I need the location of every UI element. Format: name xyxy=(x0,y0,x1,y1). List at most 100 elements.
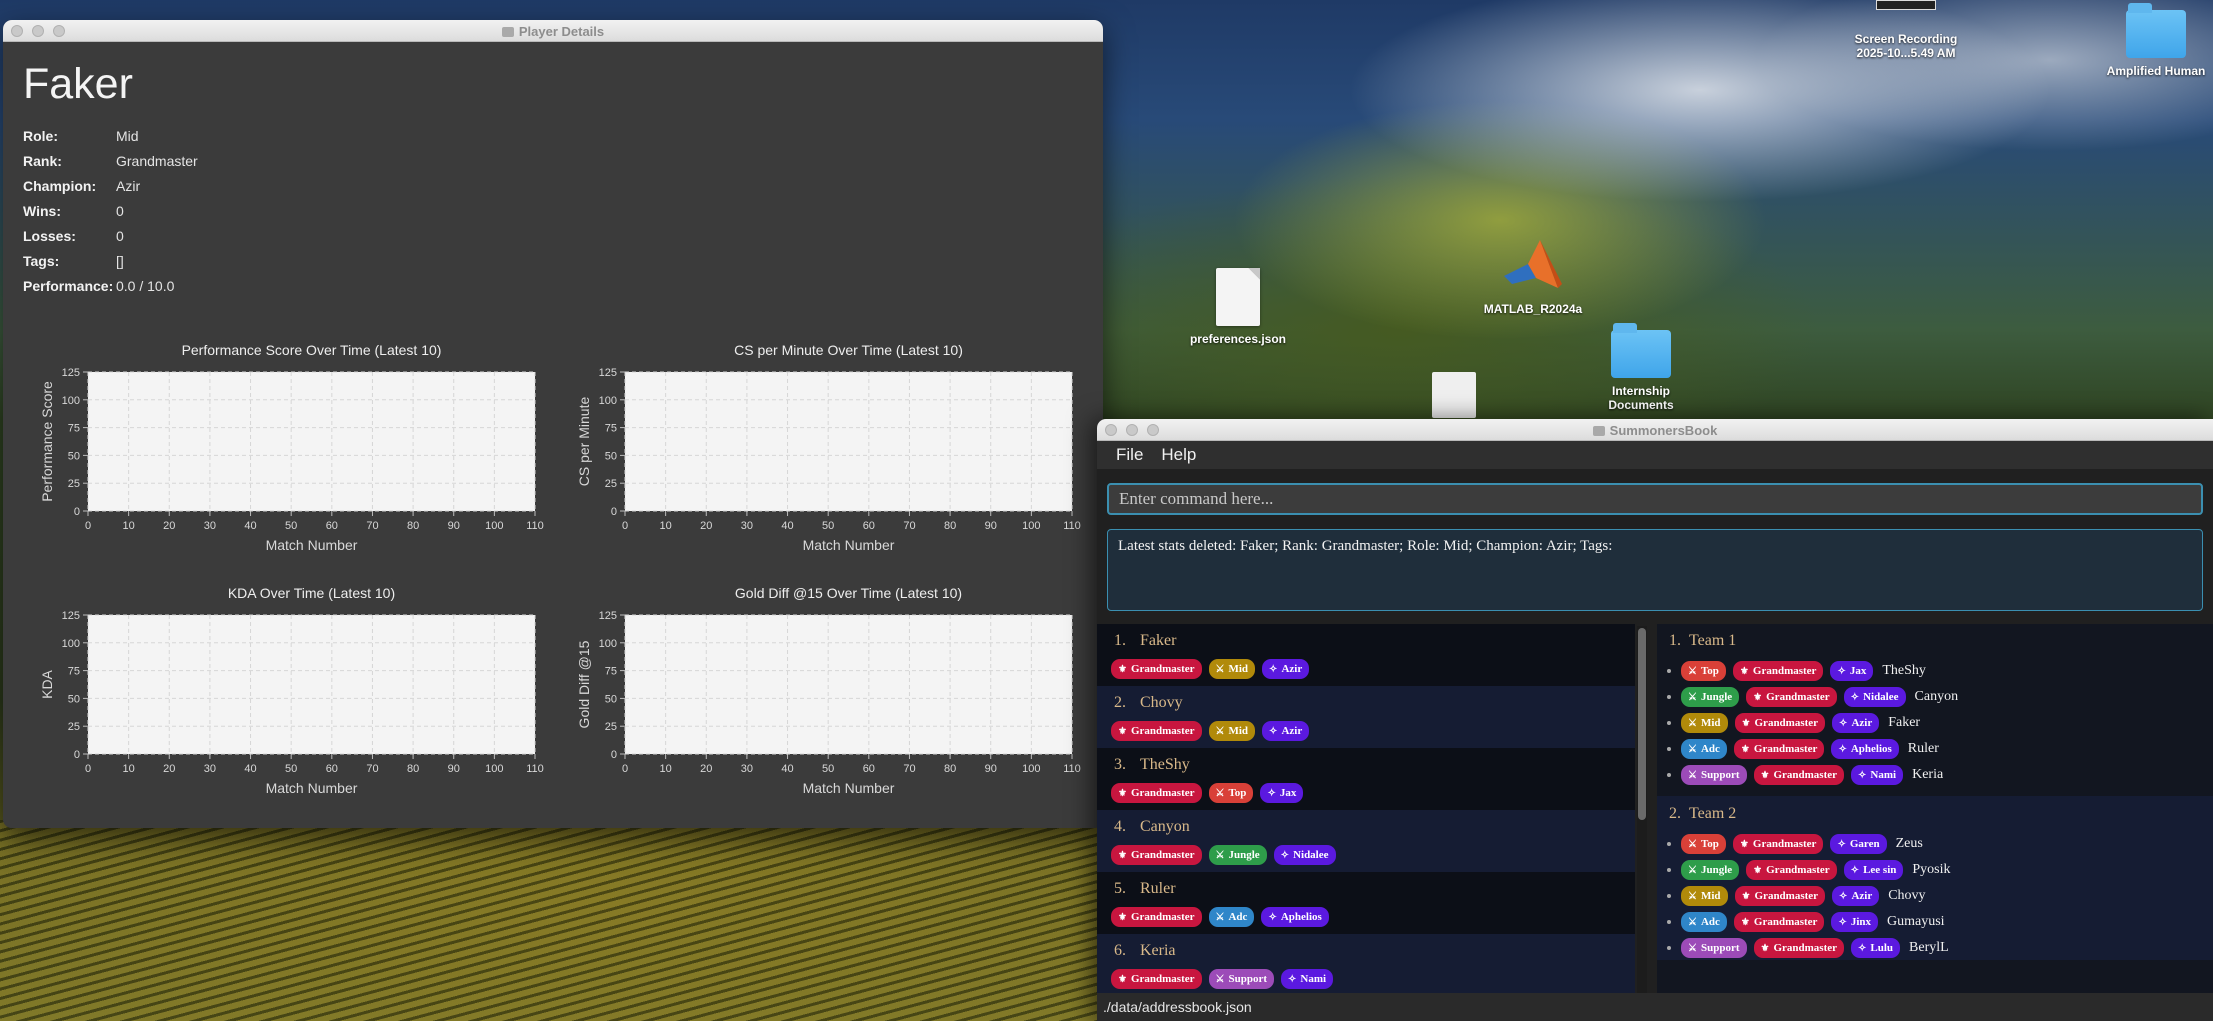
player-list-scrollbar[interactable] xyxy=(1637,626,1647,994)
team-card[interactable]: 1. Team 1 ⚔ Top ⚜ Grandmaster ✧ Jax TheShy ⚔ Jungl… xyxy=(1657,632,2213,796)
crossed-swords-icon: ⚔ xyxy=(1688,916,1697,928)
tag-label: Support xyxy=(1700,942,1740,954)
y-tick-label: 75 xyxy=(68,423,80,435)
command-input[interactable]: Enter command here... xyxy=(1107,483,2203,515)
team-member-row: ⚔ Adc ⚜ Grandmaster ✧ Jinx Gumayusi xyxy=(1657,909,2213,935)
team-member-name: Pyosik xyxy=(1912,862,1951,877)
desktop-icon-amplified-human[interactable]: Amplified Human xyxy=(2100,0,2212,78)
fleur-icon: ⚜ xyxy=(1118,849,1127,861)
crossed-swords-icon: ⚔ xyxy=(1688,890,1697,902)
player-card[interactable]: 4. Canyon ⚜ Grandmaster ⚔ Jungle ✧ Nidalee xyxy=(1097,810,1635,872)
fleur-icon: ⚜ xyxy=(1739,838,1749,850)
player-tags: ⚜ Grandmaster ⚔ Adc ✧ Aphelios xyxy=(1111,907,1621,927)
x-tick-label: 20 xyxy=(700,763,712,775)
chart-title: KDA Over Time (Latest 10) xyxy=(228,585,395,601)
player-card-title: 2. Chovy xyxy=(1114,694,1621,719)
player-details-body: Faker Role: Mid Rank: Grandmaster Champion… xyxy=(3,42,1103,828)
crossed-swords-icon: ⚔ xyxy=(1688,665,1697,677)
menu-file[interactable]: File xyxy=(1116,445,1143,465)
rank-tag: ⚜ Grandmaster xyxy=(1111,907,1202,927)
x-tick-label: 40 xyxy=(244,520,256,532)
field-label: Losses: xyxy=(23,228,76,244)
y-tick-label: 125 xyxy=(62,367,80,379)
role-tag: ⚔ Jungle xyxy=(1208,845,1267,865)
y-tick-label: 125 xyxy=(599,610,617,622)
chart-svg: KDA Over Time (Latest 10) 0 10 20 30 40 50 60 70… xyxy=(39,585,544,796)
tag-label: Nami xyxy=(1300,973,1327,985)
tag-label: Adc xyxy=(1700,743,1720,755)
crossed-swords-icon: ⚔ xyxy=(1688,942,1697,954)
x-tick-label: 10 xyxy=(660,763,672,775)
desktop-icon-label: MATLAB_R2024a xyxy=(1483,302,1583,316)
player-card[interactable]: 3. TheShy ⚜ Grandmaster ⚔ Top ✧ Jax xyxy=(1097,748,1635,810)
diamond-icon: ✧ xyxy=(1280,849,1290,861)
desktop-icon-internship-documents[interactable]: Internship Documents xyxy=(1576,323,1706,412)
field-row-champion: Champion: Azir xyxy=(23,178,198,203)
rank-tag: ⚜ Grandmaster xyxy=(1734,713,1826,733)
tag-label: Support xyxy=(1700,769,1740,781)
tag-label: Grandmaster xyxy=(1130,973,1195,985)
rank-tag: ⚜ Grandmaster xyxy=(1733,739,1825,759)
player-tags: ⚜ Grandmaster ⚔ Support ✧ Nami xyxy=(1111,969,1621,989)
diamond-icon: ✧ xyxy=(1837,665,1846,677)
team-index: 1. xyxy=(1669,632,1681,649)
player-card[interactable]: 2. Chovy ⚜ Grandmaster ⚔ Mid ✧ Azir xyxy=(1097,686,1635,748)
team-member-row: ⚔ Top ⚜ Grandmaster ✧ Jax TheShy xyxy=(1657,658,2213,684)
y-tick-label: 50 xyxy=(605,450,617,462)
player-card[interactable]: 6. Keria ⚜ Grandmaster ⚔ Support ✧ Nami xyxy=(1097,934,1635,994)
document-thumbnail-icon[interactable] xyxy=(1432,372,1476,418)
x-tick-label: 0 xyxy=(85,763,91,775)
tag-label: Grandmaster xyxy=(1130,663,1195,675)
player-card[interactable]: 5. Ruler ⚜ Grandmaster ⚔ Adc ✧ Aphelios xyxy=(1097,872,1635,934)
team-name: Team 2 xyxy=(1689,805,1737,822)
fleur-icon: ⚜ xyxy=(1753,691,1763,703)
window-title: Player Details xyxy=(3,24,1103,39)
crossed-swords-icon: ⚔ xyxy=(1215,663,1225,675)
player-index: 4. xyxy=(1114,818,1126,835)
video-thumbnail-icon xyxy=(1876,0,1936,10)
fleur-icon: ⚜ xyxy=(1740,916,1750,928)
tag-label: Grandmaster xyxy=(1130,787,1195,799)
x-tick-label: 110 xyxy=(1063,520,1081,532)
role-tag: ⚔ Jungle xyxy=(1681,860,1740,880)
player-index: 2. xyxy=(1114,694,1126,711)
diamond-icon: ✧ xyxy=(1858,769,1867,781)
rank-tag: ⚜ Grandmaster xyxy=(1111,659,1202,679)
tag-label: Jinx xyxy=(1850,916,1872,928)
tag-label: Jungle xyxy=(1228,849,1260,861)
tag-label: Mid xyxy=(1228,663,1249,675)
y-axis-label: CS per Minute xyxy=(576,397,592,487)
rank-tag: ⚜ Grandmaster xyxy=(1753,765,1845,785)
x-tick-label: 60 xyxy=(863,763,875,775)
player-card-title: 4. Canyon xyxy=(1114,818,1621,843)
desktop-icon-preferences[interactable]: preferences.json xyxy=(1178,268,1298,346)
y-tick-label: 125 xyxy=(599,367,617,379)
champion-tag: ✧ Jax xyxy=(1830,661,1874,681)
champion-tag: ✧ Nami xyxy=(1281,969,1334,989)
desktop-icon-screen-recording[interactable]: Screen Recording 2025-10...5.49 AM xyxy=(1838,0,1974,60)
bullet-icon xyxy=(1667,920,1671,924)
tag-label: Support xyxy=(1228,973,1268,985)
menu-help[interactable]: Help xyxy=(1161,445,1196,465)
window-titlebar[interactable]: Player Details xyxy=(3,20,1103,42)
tag-label: Top xyxy=(1700,838,1719,850)
desktop-icon-matlab[interactable]: MATLAB_R2024a xyxy=(1470,238,1596,316)
team-member-name: BerylL xyxy=(1909,940,1949,955)
role-tag: ⚔ Mid xyxy=(1208,721,1256,741)
team-card[interactable]: 2. Team 2 ⚔ Top ⚜ Grandmaster ✧ Garen Zeus ⚔ Jungl… xyxy=(1657,796,2213,960)
player-card[interactable]: 1. Faker ⚜ Grandmaster ⚔ Mid ✧ Azir xyxy=(1097,624,1635,686)
champion-tag: ✧ Azir xyxy=(1832,713,1880,733)
field-value: Azir xyxy=(116,178,141,194)
bullet-icon xyxy=(1667,894,1671,898)
scrollbar-thumb[interactable] xyxy=(1638,628,1646,820)
chart-svg: Performance Score Over Time (Latest 10) 0… xyxy=(39,342,544,553)
x-tick-label: 80 xyxy=(407,520,419,532)
role-tag: ⚔ Top xyxy=(1208,783,1254,803)
team-member-row: ⚔ Adc ⚜ Grandmaster ✧ Aphelios Ruler xyxy=(1657,736,2213,762)
x-axis-label: Match Number xyxy=(266,780,358,796)
champion-tag: ✧ Azir xyxy=(1832,886,1880,906)
bullet-icon xyxy=(1667,747,1671,751)
crossed-swords-icon: ⚔ xyxy=(1688,743,1697,755)
window-titlebar[interactable]: SummonersBook xyxy=(1097,419,2213,441)
result-display: Latest stats deleted: Faker; Rank: Grand… xyxy=(1107,529,2203,611)
